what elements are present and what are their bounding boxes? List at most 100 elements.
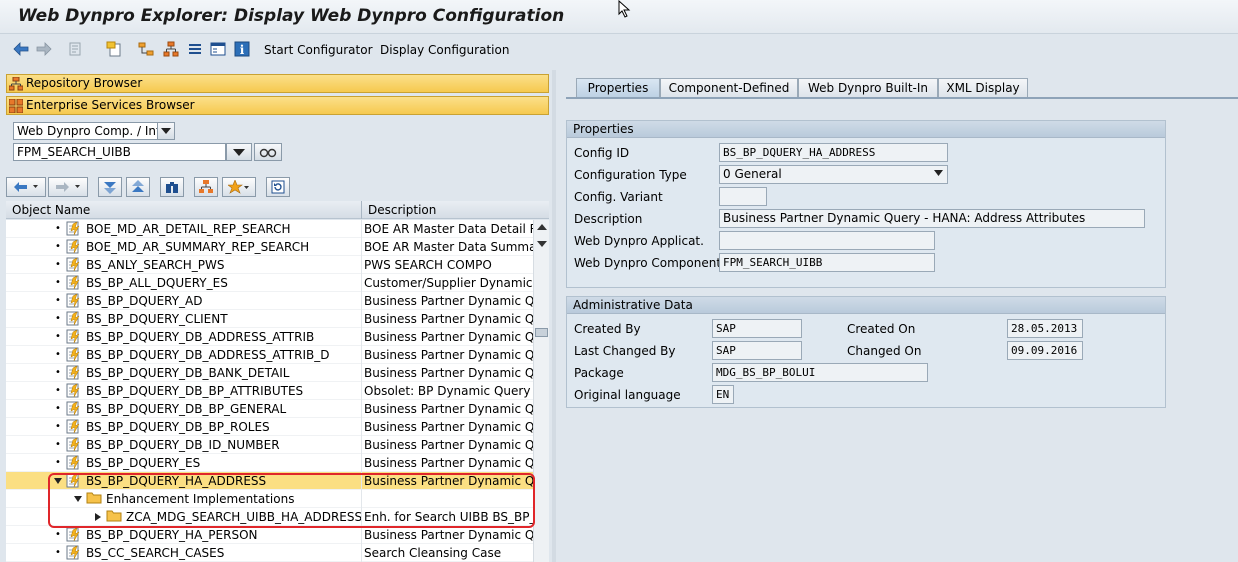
folder-icon [106, 509, 122, 527]
package-field[interactable]: MDG_BS_BP_BOLUI [712, 363, 928, 382]
created-on-field[interactable]: 28.05.2013 [1007, 319, 1083, 338]
info-icon[interactable]: i [234, 41, 250, 57]
changed-on-label: Changed On [847, 344, 922, 358]
tree-row-name: BS_BP_DQUERY_AD [86, 294, 203, 308]
tab-component-defined[interactable]: Component-Defined [660, 78, 798, 98]
scroll-down-arrow-icon[interactable] [537, 241, 547, 247]
object-name-dropdown-button[interactable] [226, 143, 252, 161]
tree-forward-button[interactable] [48, 177, 88, 197]
object-tree: • BOE_MD_AR_DETAIL_REP_SEARCH BOE AR Maste… [6, 220, 533, 562]
tree-row-name: Enhancement Implementations [106, 492, 295, 506]
tree-row[interactable]: • BS_ANLY_SEARCH_PWS PWS SEARCH COMPO [6, 256, 533, 274]
tree-row[interactable]: • BOE_MD_AR_SUMMARY_REP_SEARCH BOE AR Mast… [6, 238, 533, 256]
tree-row[interactable]: • BOE_MD_AR_DETAIL_REP_SEARCH BOE AR Maste… [6, 220, 533, 238]
find-button[interactable] [160, 177, 184, 197]
expand-down-icon [104, 182, 116, 194]
object-name-input[interactable]: FPM_SEARCH_UIBB [13, 143, 226, 161]
panel-splitter[interactable] [552, 70, 556, 562]
tree-row[interactable]: • BS_BP_DQUERY_DB_BANK_DETAIL Business Par… [6, 364, 533, 382]
favorites-button[interactable] [222, 177, 256, 197]
column-object-name[interactable]: Object Name [12, 203, 90, 217]
display-change-icon[interactable] [106, 41, 122, 57]
last-changed-by-field[interactable]: SAP [712, 341, 802, 360]
tree-row[interactable]: • BS_BP_DQUERY_DB_ID_NUMBER Business Partn… [6, 436, 533, 454]
tree-row[interactable]: BS_BP_DQUERY_HA_ADDRESS Business Partner … [6, 472, 533, 490]
tab-xml-display[interactable]: XML Display [938, 78, 1028, 98]
created-by-field[interactable]: SAP [712, 319, 802, 338]
tab-properties[interactable]: Properties [576, 78, 660, 98]
tab-web-dynpro-built-in[interactable]: Web Dynpro Built-In [798, 78, 938, 98]
tree-row[interactable]: • BS_BP_DQUERY_DB_ADDRESS_ATTRIB Business … [6, 328, 533, 346]
enterprise-services-icon [9, 99, 23, 113]
tree-folder-row[interactable]: Enhancement Implementations [6, 490, 533, 508]
back-arrow-icon [14, 182, 38, 192]
collapsed-node-icon[interactable] [94, 513, 102, 521]
administrative-data-group: Administrative Data Created By SAP Creat… [566, 296, 1166, 408]
hierarchy-icon[interactable] [138, 41, 154, 57]
column-separator [361, 346, 362, 364]
column-separator [361, 201, 362, 219]
scroll-thumb[interactable] [535, 328, 548, 337]
tree-row[interactable]: • BS_BP_DQUERY_DB_BP_ROLES Business Partne… [6, 418, 533, 436]
column-separator [361, 238, 362, 256]
forward-arrow-icon[interactable] [36, 41, 52, 57]
object-type-dropdown-button[interactable] [157, 122, 175, 140]
back-arrow-icon[interactable] [13, 41, 29, 57]
collapse-all-button[interactable] [126, 177, 150, 197]
enterprise-services-browser-label: Enterprise Services Browser [26, 98, 195, 112]
other-object-icon[interactable] [67, 41, 83, 57]
object-type-select[interactable]: Web Dynpro Comp. / Intf. [13, 122, 175, 140]
structure-icon[interactable] [163, 41, 179, 57]
tree-back-button[interactable] [6, 177, 46, 197]
column-separator [361, 274, 362, 292]
expanded-node-icon[interactable] [54, 477, 62, 485]
repository-browser-button[interactable]: Repository Browser [6, 74, 549, 93]
leaf-bullet-icon: • [55, 547, 61, 558]
tree-row-description: Customer/Supplier Dynamic Qu [364, 276, 533, 290]
hierarchy-button[interactable] [194, 177, 218, 197]
wd-application-field[interactable] [719, 231, 935, 250]
tree-row-name: BS_BP_DQUERY_ES [86, 456, 201, 470]
tree-folder-row[interactable]: ZCA_MDG_SEARCH_UIBB_HA_ADDRESS Enh. for S… [6, 508, 533, 526]
description-field[interactable]: Business Partner Dynamic Query - HANA: A… [719, 209, 1145, 228]
created-by-label: Created By [574, 322, 641, 336]
chevron-down-icon [233, 148, 245, 156]
display-configuration-button[interactable]: Display Configuration [380, 43, 509, 57]
tree-row[interactable]: • BS_BP_DQUERY_AD Business Partner Dynamic… [6, 292, 533, 310]
enterprise-services-browser-button[interactable]: Enterprise Services Browser [6, 96, 549, 115]
original-language-field[interactable]: EN [712, 385, 734, 404]
stack-icon[interactable] [187, 41, 203, 57]
leaf-bullet-icon: • [55, 241, 61, 252]
tree-row[interactable]: • BS_CC_SEARCH_CASES Search Cleansing Case [6, 544, 533, 562]
scroll-up-arrow-icon[interactable] [537, 224, 547, 230]
config-type-select[interactable]: 0 General [719, 165, 948, 184]
window-title: Web Dynpro Explorer: Display Web Dynpro … [18, 6, 565, 26]
expand-all-button[interactable] [98, 177, 122, 197]
tree-row-name: BS_ANLY_SEARCH_PWS [86, 258, 225, 272]
tree-row-description: BOE AR Master Data Detail Rep [364, 222, 533, 236]
refresh-button[interactable] [266, 177, 290, 197]
tree-row[interactable]: • BS_BP_ALL_DQUERY_ES Customer/Supplier Dy… [6, 274, 533, 292]
leaf-bullet-icon: • [55, 421, 61, 432]
tree-row[interactable]: • BS_BP_DQUERY_HA_PERSON Business Partner … [6, 526, 533, 544]
tree-row[interactable]: • BS_BP_DQUERY_ES Business Partner Dynamic… [6, 454, 533, 472]
tree-row[interactable]: • BS_BP_DQUERY_DB_BP_GENERAL Business Part… [6, 400, 533, 418]
column-separator [361, 220, 362, 238]
leaf-bullet-icon: • [55, 349, 61, 360]
wd-component-field[interactable]: FPM_SEARCH_UIBB [719, 253, 935, 272]
expanded-node-icon[interactable] [74, 495, 82, 503]
created-on-label: Created On [847, 322, 916, 336]
start-configurator-button[interactable]: Start Configurator [264, 43, 373, 57]
tree-row[interactable]: • BS_BP_DQUERY_CLIENT Business Partner Dyn… [6, 310, 533, 328]
changed-on-field[interactable]: 09.09.2016 [1007, 341, 1083, 360]
tree-scrollbar[interactable] [533, 220, 549, 562]
tree-row[interactable]: • BS_BP_DQUERY_DB_BP_ATTRIBUTES Obsolet: B… [6, 382, 533, 400]
leaf-bullet-icon: • [55, 457, 61, 468]
column-description[interactable]: Description [368, 203, 436, 217]
tree-row[interactable]: • BS_BP_DQUERY_DB_ADDRESS_ATTRIB_D Busines… [6, 346, 533, 364]
repository-browser-label: Repository Browser [26, 76, 143, 90]
display-object-button[interactable] [254, 143, 282, 161]
config-id-field[interactable]: BS_BP_DQUERY_HA_ADDRESS [719, 143, 948, 162]
config-variant-field[interactable] [719, 187, 767, 206]
window-icon[interactable] [210, 41, 226, 57]
